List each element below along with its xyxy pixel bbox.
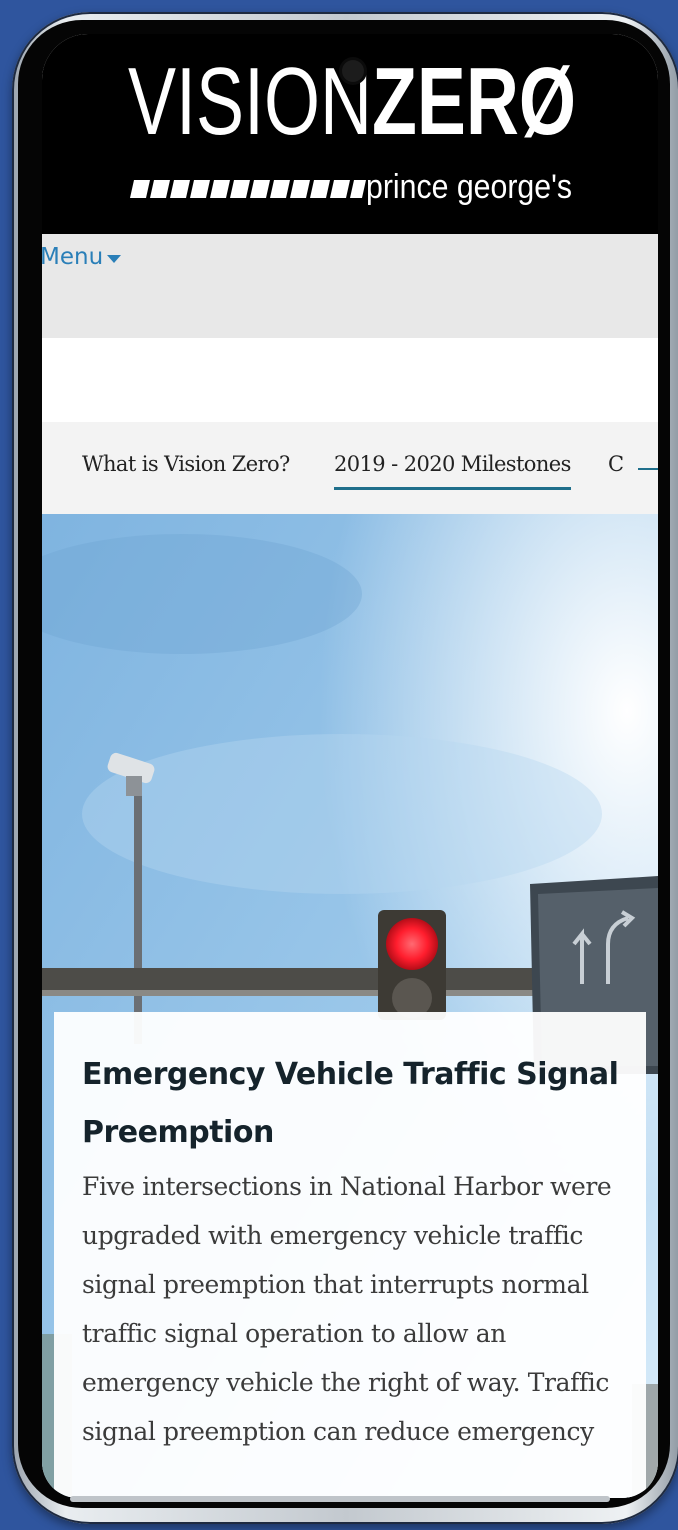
front-camera <box>342 60 364 82</box>
logo-zero-text: ZERØ <box>372 52 576 155</box>
phone-screen: VISION ZERØ prince george's Menu What is… <box>42 34 658 1498</box>
article-card: Emergency Vehicle Traffic Signal Preempt… <box>54 1012 646 1498</box>
menu-button[interactable]: Menu <box>42 244 122 270</box>
phone-bottom-edge <box>70 1496 610 1502</box>
tab-next[interactable]: C <box>608 452 624 476</box>
caret-down-icon <box>107 254 122 263</box>
logo-stripes <box>130 180 366 198</box>
site-header: VISION ZERØ prince george's <box>42 34 658 234</box>
spacer-band <box>42 338 658 422</box>
article-body: Five intersections in National Harbor we… <box>82 1172 612 1446</box>
menu-label: Menu <box>42 244 104 270</box>
article-title: Emergency Vehicle Traffic Signal Preempt… <box>82 1057 619 1150</box>
tab-what-is-vision-zero[interactable]: What is Vision Zero? <box>82 452 290 476</box>
logo-vision-text: VISION <box>128 52 372 155</box>
logo-subtitle: prince george's <box>366 168 572 206</box>
tab-milestones[interactable]: 2019 - 2020 Milestones <box>334 452 571 490</box>
section-tabs: What is Vision Zero? 2019 - 2020 Milesto… <box>42 422 658 514</box>
menu-bar: Menu <box>42 234 658 338</box>
tab-underline-next <box>638 468 658 470</box>
